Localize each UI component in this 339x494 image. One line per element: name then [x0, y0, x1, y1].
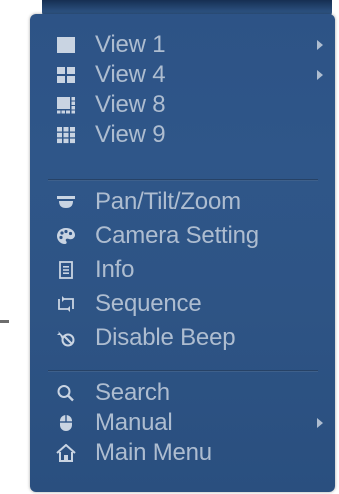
- menu-item-label: View 8: [95, 91, 166, 118]
- menu-item-view-1[interactable]: View 1: [30, 30, 335, 60]
- nine-grid-icon: [53, 125, 79, 145]
- menu-item-info[interactable]: Info: [30, 255, 335, 285]
- menu-item-pan-tilt-zoom[interactable]: Pan/Tilt/Zoom: [30, 187, 335, 217]
- context-menu: View 1 View 4 View 8 View 9 Pan/Tilt/Zoo…: [30, 14, 335, 492]
- menu-item-main-menu[interactable]: Main Menu: [30, 438, 335, 468]
- single-square-icon: [53, 35, 79, 55]
- menu-item-label: Pan/Tilt/Zoom: [95, 188, 241, 215]
- menu-item-manual[interactable]: Manual: [30, 408, 335, 438]
- edge-marker: [0, 320, 9, 323]
- submenu-arrow-icon: [317, 418, 323, 428]
- menu-item-search[interactable]: Search: [30, 378, 335, 408]
- ptz-camera-icon: [53, 192, 79, 212]
- menu-item-label: Info: [95, 256, 135, 283]
- menu-item-label: Search: [95, 379, 170, 406]
- menu-item-label: Manual: [95, 409, 173, 436]
- mute-speaker-icon: [53, 328, 79, 348]
- menu-item-label: View 4: [95, 61, 166, 88]
- menu-divider: [48, 179, 318, 181]
- menu-divider: [48, 370, 318, 372]
- menu-item-label: View 1: [95, 31, 166, 58]
- menu-item-label: Main Menu: [95, 439, 212, 466]
- menu-item-view-9[interactable]: View 9: [30, 120, 335, 150]
- menu-item-view-8[interactable]: View 8: [30, 90, 335, 120]
- search-icon: [53, 383, 79, 403]
- home-icon: [53, 443, 79, 463]
- menu-item-disable-beep[interactable]: Disable Beep: [30, 323, 335, 353]
- menu-item-label: View 9: [95, 121, 166, 148]
- submenu-arrow-icon: [317, 70, 323, 80]
- screen: View 1 View 4 View 8 View 9 Pan/Tilt/Zoo…: [0, 0, 339, 494]
- mouse-icon: [53, 413, 79, 433]
- menu-item-view-4[interactable]: View 4: [30, 60, 335, 90]
- submenu-arrow-icon: [317, 40, 323, 50]
- info-document-icon: [53, 260, 79, 280]
- menu-item-camera-setting[interactable]: Camera Setting: [30, 221, 335, 251]
- menu-item-label: Sequence: [95, 290, 202, 317]
- menu-item-label: Disable Beep: [95, 324, 236, 351]
- sequence-cycle-icon: [53, 294, 79, 314]
- palette-icon: [53, 226, 79, 246]
- four-grid-icon: [53, 65, 79, 85]
- menu-item-sequence[interactable]: Sequence: [30, 289, 335, 319]
- eight-grid-icon: [53, 95, 79, 115]
- menu-item-label: Camera Setting: [95, 222, 259, 249]
